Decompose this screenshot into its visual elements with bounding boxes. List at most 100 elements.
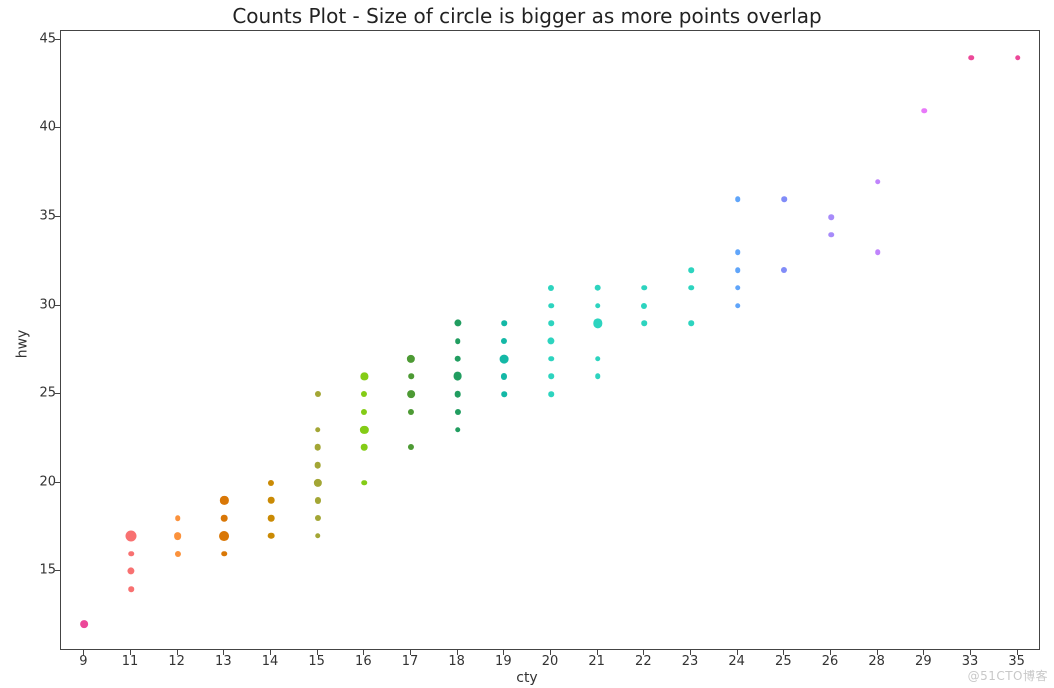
figure: Counts Plot - Size of circle is bigger a…	[0, 0, 1054, 688]
data-point	[221, 515, 228, 522]
data-point	[735, 267, 741, 273]
data-point	[968, 55, 974, 61]
data-point	[455, 427, 461, 433]
data-point	[500, 354, 509, 363]
data-point	[642, 321, 648, 327]
data-point	[548, 374, 554, 380]
data-point	[501, 373, 507, 379]
data-point	[828, 232, 834, 238]
x-tick-label: 14	[262, 654, 279, 669]
watermark: @51CTO博客	[968, 667, 1048, 684]
data-point	[174, 532, 182, 540]
x-tick-label: 11	[122, 654, 139, 669]
data-point	[1015, 55, 1021, 61]
data-point	[361, 373, 368, 380]
data-point	[362, 480, 368, 486]
data-point	[502, 391, 508, 397]
x-tick-label: 16	[355, 654, 372, 669]
data-point	[220, 496, 228, 504]
data-point	[268, 497, 275, 504]
data-point	[222, 551, 228, 557]
data-point	[688, 285, 694, 291]
data-point	[922, 108, 928, 114]
data-point	[595, 356, 601, 362]
data-point	[782, 197, 788, 203]
x-tick-label: 25	[775, 654, 792, 669]
y-tick-label: 15	[16, 563, 56, 578]
data-point	[268, 533, 275, 540]
plot-area	[60, 30, 1040, 650]
data-point	[268, 515, 275, 522]
data-point	[594, 285, 601, 292]
x-tick-label: 13	[215, 654, 232, 669]
data-point	[455, 409, 461, 415]
y-tick-label: 40	[16, 120, 56, 135]
y-axis-label: hwy	[14, 330, 30, 359]
data-point	[360, 425, 368, 433]
data-point	[781, 267, 787, 273]
data-point	[80, 621, 88, 629]
x-tick-label: 28	[868, 654, 885, 669]
data-point	[315, 497, 321, 503]
data-point	[314, 444, 321, 451]
x-tick-label: 29	[915, 654, 932, 669]
data-point	[268, 480, 274, 486]
data-point	[688, 267, 694, 273]
x-tick-label: 17	[402, 654, 419, 669]
data-point	[828, 214, 834, 220]
y-tick-label: 35	[16, 209, 56, 224]
data-point	[548, 356, 554, 362]
x-tick-label: 20	[542, 654, 559, 669]
data-point	[501, 338, 507, 344]
x-tick-label: 19	[495, 654, 512, 669]
x-tick-label: 21	[588, 654, 605, 669]
data-point	[735, 197, 741, 203]
data-point	[875, 179, 881, 185]
data-point	[361, 391, 367, 397]
data-point	[875, 250, 881, 256]
data-point	[641, 303, 647, 309]
data-point	[595, 303, 601, 309]
data-point	[735, 285, 741, 291]
y-tick-label: 25	[16, 386, 56, 401]
data-point	[315, 515, 321, 521]
data-point	[408, 409, 414, 415]
data-point	[315, 533, 321, 539]
data-point	[314, 479, 322, 487]
data-point	[408, 374, 414, 380]
x-tick-label: 26	[822, 654, 839, 669]
data-point	[407, 355, 415, 363]
y-tick-label: 20	[16, 474, 56, 489]
data-point	[175, 515, 181, 521]
data-point	[175, 551, 181, 557]
data-point	[642, 285, 648, 291]
data-point	[735, 250, 741, 256]
data-point	[128, 551, 134, 557]
data-point	[219, 531, 229, 541]
chart-title: Counts Plot - Size of circle is bigger a…	[0, 4, 1054, 28]
x-tick-label: 12	[168, 654, 185, 669]
x-tick-label: 23	[682, 654, 699, 669]
data-point	[361, 444, 368, 451]
data-point	[455, 338, 461, 344]
data-point	[548, 285, 554, 291]
y-tick-label: 45	[16, 31, 56, 46]
x-tick-label: 24	[728, 654, 745, 669]
data-point	[126, 530, 137, 541]
data-point	[502, 321, 508, 327]
x-axis-label: cty	[0, 670, 1054, 686]
data-point	[314, 462, 321, 469]
data-point	[408, 444, 414, 450]
data-point	[454, 320, 461, 327]
data-point	[315, 391, 321, 397]
data-point	[593, 319, 602, 328]
data-point	[407, 390, 415, 398]
x-tick-label: 22	[635, 654, 652, 669]
data-point	[454, 355, 461, 362]
x-tick-label: 18	[448, 654, 465, 669]
data-point	[595, 374, 601, 380]
y-tick-label: 30	[16, 297, 56, 312]
data-point	[454, 391, 461, 398]
data-point	[548, 321, 554, 327]
data-point	[548, 391, 554, 397]
